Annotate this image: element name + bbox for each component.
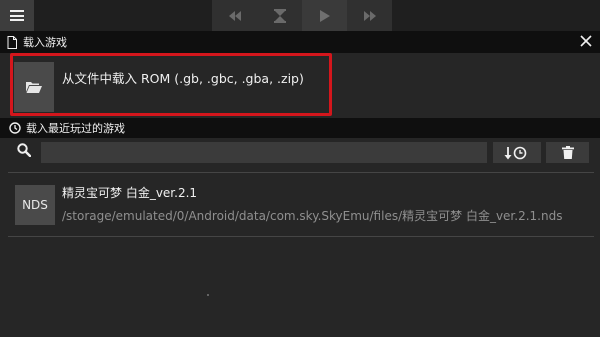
recent-games-header: 载入最近玩过的游戏 bbox=[0, 118, 600, 138]
dialog-title: 载入游戏 bbox=[23, 36, 67, 49]
clear-history-button[interactable] bbox=[546, 142, 589, 163]
sort-by-time-icon bbox=[504, 146, 527, 159]
rewind-button[interactable] bbox=[212, 0, 257, 31]
load-rom-label: 从文件中载入 ROM (.gb, .gbc, .gba, .zip) bbox=[62, 71, 304, 86]
divider bbox=[8, 236, 594, 237]
nds-badge: NDS bbox=[15, 185, 55, 225]
close-icon[interactable] bbox=[580, 35, 592, 47]
folder-open-icon bbox=[26, 82, 42, 93]
fast-forward-button[interactable] bbox=[347, 0, 392, 31]
menu-button[interactable] bbox=[0, 0, 34, 31]
dialog-header: 载入游戏 bbox=[0, 31, 600, 53]
recent-game-item[interactable]: NDS 精灵宝可梦 白金_ver.2.1 /storage/emulated/0… bbox=[0, 174, 600, 236]
trash-icon bbox=[561, 146, 574, 159]
folder-tile bbox=[14, 62, 54, 112]
play-icon bbox=[319, 9, 330, 22]
pause-hourglass-button[interactable] bbox=[257, 0, 302, 31]
divider bbox=[8, 172, 594, 173]
fast-forward-icon bbox=[363, 10, 376, 21]
dot-artifact bbox=[207, 294, 209, 296]
recent-games-title: 载入最近玩过的游戏 bbox=[26, 122, 125, 135]
hamburger-menu-icon bbox=[10, 10, 24, 21]
search-input[interactable] bbox=[41, 142, 487, 163]
hourglass-icon bbox=[273, 8, 286, 23]
game-path: /storage/emulated/0/Android/data/com.sky… bbox=[62, 209, 563, 223]
search-row bbox=[0, 138, 600, 170]
top-toolbar bbox=[0, 0, 600, 31]
rewind-icon bbox=[228, 10, 241, 21]
sort-by-time-button[interactable] bbox=[493, 142, 541, 163]
play-button[interactable] bbox=[302, 0, 347, 31]
load-rom-from-file-item[interactable]: 从文件中载入 ROM (.gb, .gbc, .gba, .zip) bbox=[0, 53, 600, 118]
search-icon bbox=[17, 143, 31, 157]
document-icon bbox=[7, 35, 17, 49]
clock-icon bbox=[9, 122, 21, 134]
game-title: 精灵宝可梦 白金_ver.2.1 bbox=[62, 186, 198, 200]
